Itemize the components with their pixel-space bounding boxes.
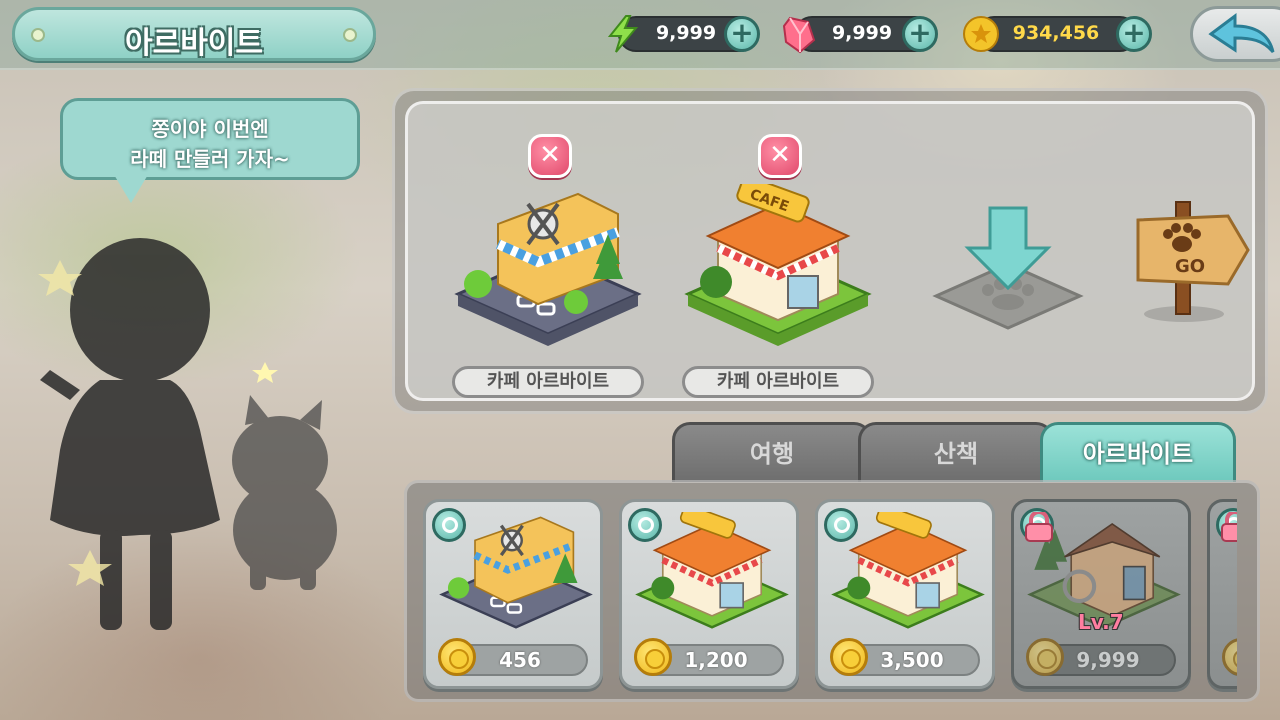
energy-value: 9,999	[655, 22, 717, 44]
add-gem-button[interactable]: +	[902, 16, 938, 52]
selection-panel: ✕ 카페 아르바이트 ✕ CAFE 카페 아르바이트 GO	[392, 88, 1268, 414]
price-value-3: 3,500	[880, 648, 944, 672]
selected-slot-2: ✕ CAFE 카페 아르바이트	[678, 124, 878, 398]
lock-icon	[1221, 512, 1237, 542]
coin-icon	[1222, 638, 1237, 676]
page-title: 아르바이트	[125, 26, 263, 61]
speech-line-2: 라떼 만들러 가자~	[130, 147, 290, 171]
go-sign-label: GO	[1174, 256, 1206, 277]
price-value-4: 9,999	[1076, 648, 1140, 672]
job-list-panel: 456 1,200 3,500 Lv.7 9,999	[404, 480, 1260, 702]
level-requirement: Lv.7	[1078, 610, 1124, 634]
scissors-shop-icon	[454, 192, 642, 346]
lock-icon	[1025, 512, 1053, 542]
rivet-icon	[343, 28, 357, 42]
coin-counter: 934,456 +	[962, 12, 1162, 56]
speech-line-1: 쫑이야 이번엔	[151, 117, 269, 141]
remove-slot-2-button[interactable]: ✕	[758, 134, 802, 178]
coin-value: 934,456	[1012, 22, 1100, 44]
add-energy-button[interactable]: +	[724, 16, 760, 52]
title-plate: 아르바이트	[12, 7, 376, 61]
gem-value: 9,999	[831, 22, 893, 44]
add-coin-button[interactable]: +	[1116, 16, 1152, 52]
back-button[interactable]	[1190, 6, 1280, 62]
go-sign-button[interactable]: GO	[1132, 198, 1252, 328]
inspect-button-2[interactable]	[628, 508, 662, 542]
speech-tail	[113, 173, 149, 203]
selection-panel-inner: ✕ 카페 아르바이트 ✕ CAFE 카페 아르바이트 GO	[405, 101, 1255, 401]
cafe-icon: CAFE	[684, 184, 872, 346]
inspect-button-1[interactable]	[432, 508, 466, 542]
tab-travel[interactable]: 여행	[672, 422, 872, 482]
coin-icon	[963, 16, 999, 52]
lightning-icon	[607, 15, 639, 53]
gem-counter: 9,999 +	[780, 12, 940, 56]
speech-bubble: 쫑이야 이번엔 라떼 만들러 가자~	[60, 98, 360, 203]
job-card-5-partial[interactable]	[1207, 499, 1237, 689]
down-arrow-pawprint-icon[interactable]	[928, 204, 1088, 344]
job-card-1[interactable]: 456	[423, 499, 603, 689]
energy-counter: 9,999 +	[604, 12, 764, 56]
slot-1-label: 카페 아르바이트	[452, 366, 644, 398]
job-list-scroll[interactable]: 456 1,200 3,500 Lv.7 9,999	[407, 483, 1237, 699]
tab-part-time[interactable]: 아르바이트	[1040, 422, 1236, 482]
remove-slot-1-button[interactable]: ✕	[528, 134, 572, 178]
inspect-button-3[interactable]	[824, 508, 858, 542]
job-card-3[interactable]: 3,500	[815, 499, 995, 689]
job-card-2[interactable]: 1,200	[619, 499, 799, 689]
job-card-4-locked[interactable]: Lv.7 9,999	[1011, 499, 1191, 689]
price-value-1: 456	[499, 648, 541, 672]
selected-slot-1: ✕ 카페 아르바이트	[448, 124, 648, 398]
tab-walk[interactable]: 산책	[858, 422, 1054, 482]
character-silhouette	[38, 238, 337, 630]
gem-icon	[782, 16, 816, 54]
slot-2-label: 카페 아르바이트	[682, 366, 874, 398]
price-value-2: 1,200	[684, 648, 748, 672]
back-arrow-icon	[1208, 13, 1275, 53]
